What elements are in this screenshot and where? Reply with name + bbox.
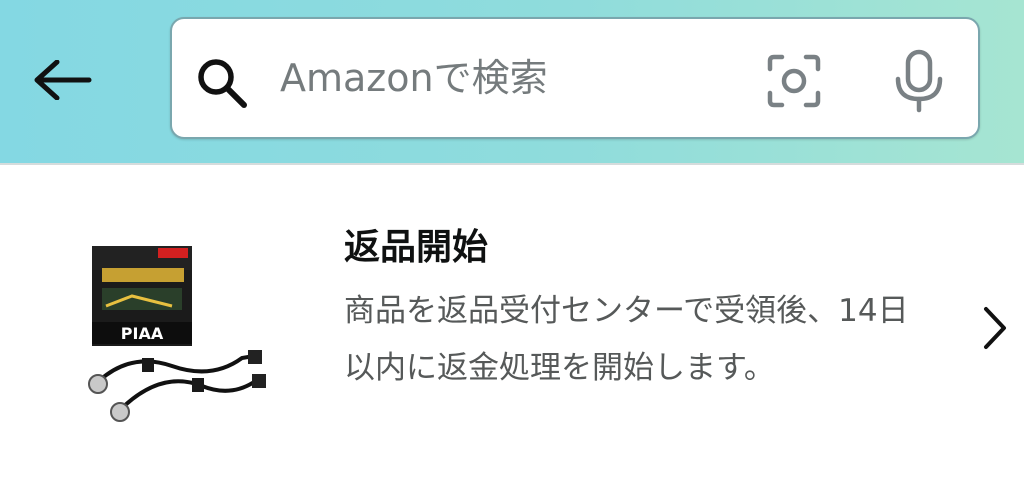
search-icon[interactable] [194, 55, 250, 111]
chevron-right-icon[interactable] [974, 303, 1014, 353]
arrow-left-icon [34, 60, 92, 100]
search-input[interactable] [280, 47, 740, 109]
return-start-title: 返品開始 [344, 227, 489, 268]
svg-text:PIAA: PIAA [121, 324, 164, 343]
back-button[interactable] [28, 50, 98, 110]
return-start-description: 商品を返品受付センターで受領後、14日以内に返金処理を開始します。 [344, 293, 909, 386]
search-bar[interactable] [170, 17, 980, 139]
microphone-icon[interactable] [890, 49, 948, 113]
product-image: PIAA [88, 246, 266, 422]
return-start-option[interactable]: PIAA 返品開始 商品を返品受付センターで受領後、14日以内に返金処理を開始し… [0, 165, 1024, 487]
top-search-header [0, 0, 1024, 163]
camera-icon[interactable] [766, 53, 822, 109]
